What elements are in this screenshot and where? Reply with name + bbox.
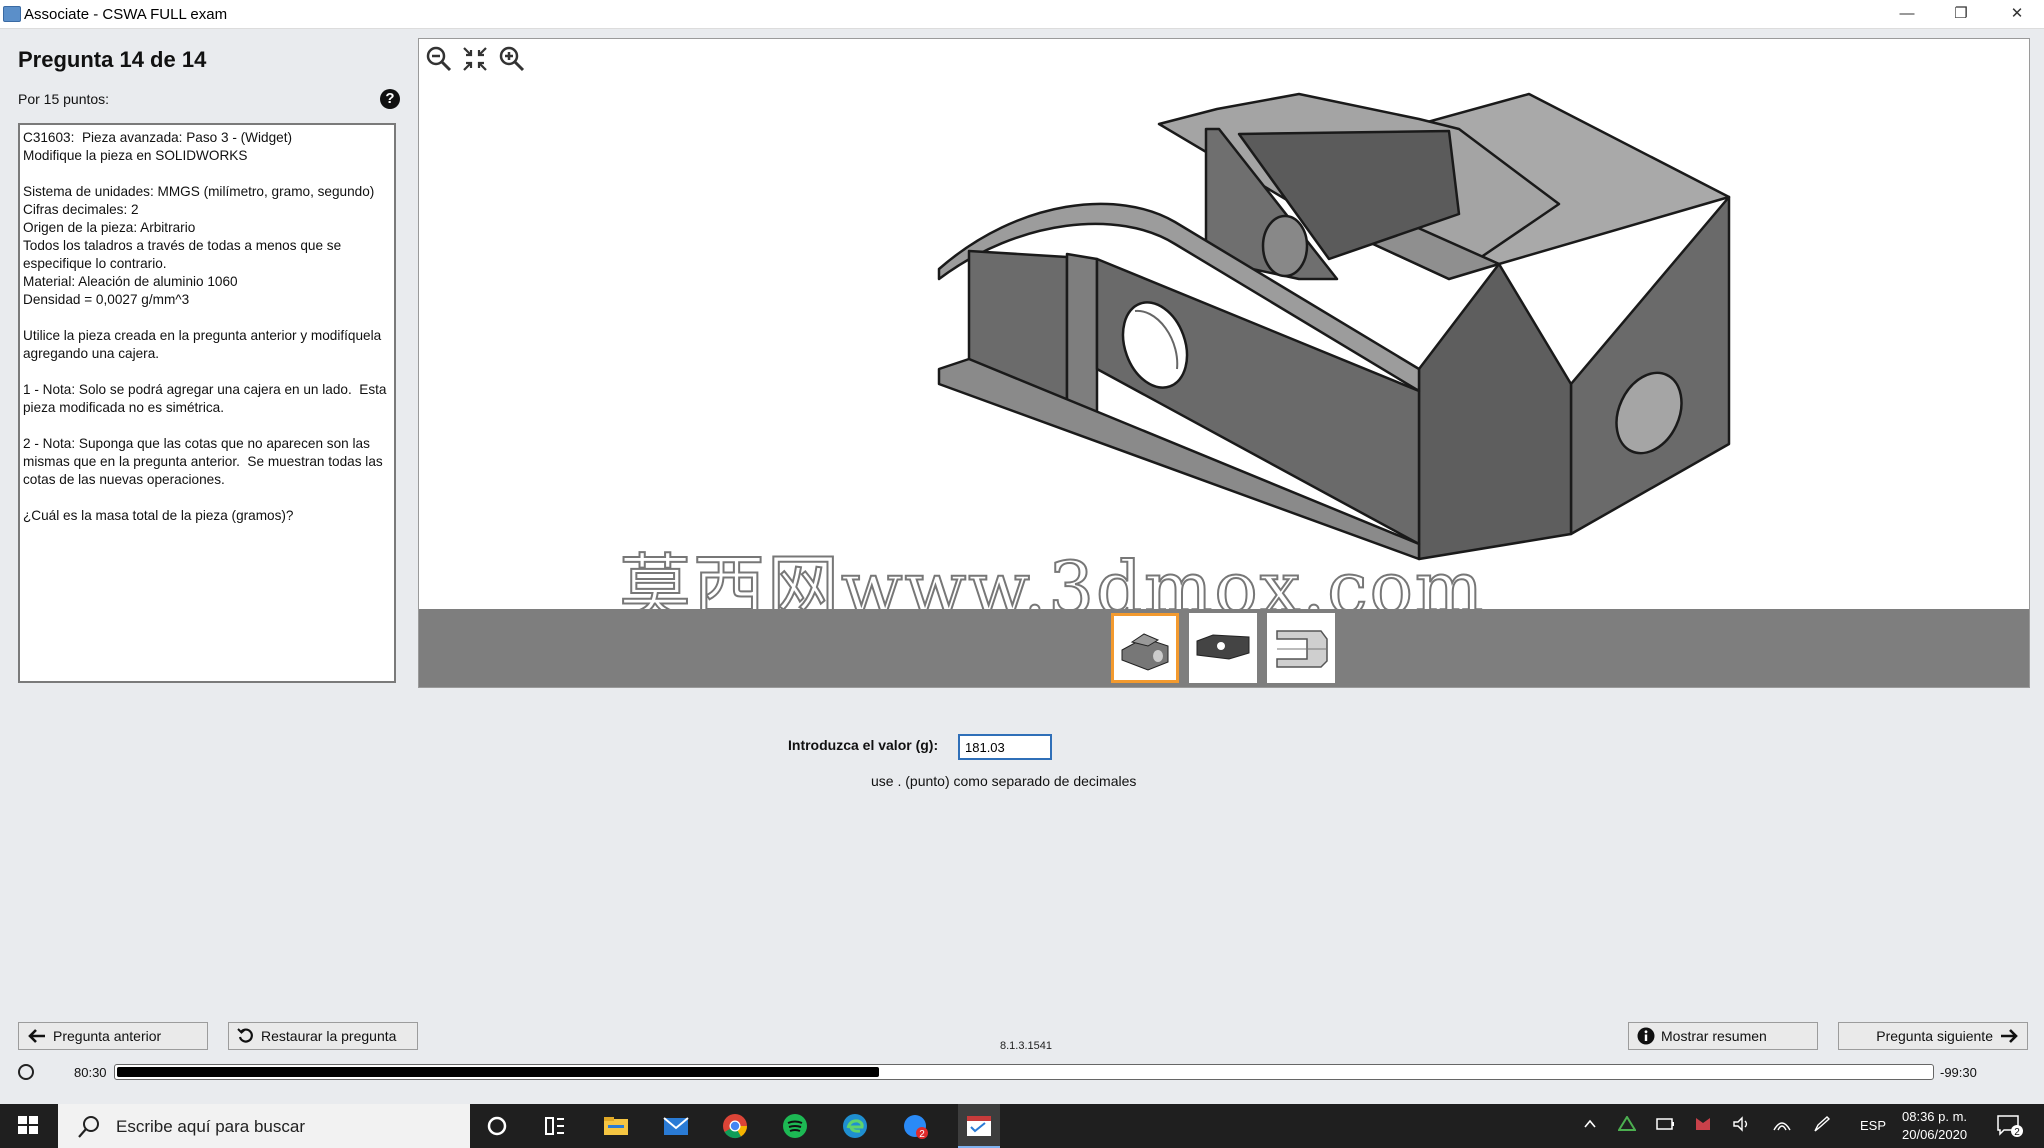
version-label: 8.1.3.1541 — [1000, 1040, 1052, 1052]
chrome-icon[interactable] — [722, 1113, 750, 1139]
search-icon — [78, 1116, 99, 1138]
image-viewer[interactable]: 莫西网www.3dmox.com — [418, 38, 2030, 688]
question-panel: Pregunta 14 de 14 Por 15 puntos: ? C3160… — [0, 29, 410, 689]
question-header: Pregunta 14 de 14 — [18, 47, 207, 72]
decimal-hint: use . (punto) como separado de decimales — [871, 773, 1137, 789]
title-bar: Associate - CSWA FULL exam — ❐ ✕ — [0, 0, 2044, 29]
taskbar-search-placeholder: Escribe aquí para buscar — [116, 1117, 305, 1136]
next-question-button[interactable]: Pregunta siguiente — [1838, 1022, 2028, 1050]
question-text[interactable]: C31603: Pieza avanzada: Paso 3 - (Widget… — [18, 123, 396, 683]
reset-question-button[interactable]: Restaurar la pregunta — [228, 1022, 418, 1050]
cortana-icon[interactable] — [484, 1113, 512, 1139]
timer-row: 80:30 -99:30 — [0, 1062, 2044, 1084]
time-elapsed: 80:30 — [74, 1065, 107, 1080]
window-title: Associate - CSWA FULL exam — [24, 6, 228, 23]
answer-label: Introduzca el valor (g): — [788, 737, 939, 753]
messenger-badge: 2 — [919, 1129, 925, 1140]
volume-icon[interactable] — [1732, 1116, 1752, 1135]
thumbnail-strip — [419, 609, 2029, 687]
reset-icon — [237, 1028, 253, 1043]
arrow-left-icon — [28, 1029, 45, 1043]
chevron-up-icon[interactable] — [1582, 1116, 1598, 1135]
thumbnail-2[interactable] — [1189, 613, 1257, 683]
previous-question-button[interactable]: Pregunta anterior — [18, 1022, 208, 1050]
clock-date[interactable]: 20/06/2020 — [1902, 1127, 1967, 1142]
answer-input[interactable] — [958, 734, 1052, 760]
part-render — [937, 92, 1731, 561]
notification-icon[interactable]: 2 — [1996, 1114, 2024, 1141]
drive-icon[interactable] — [1617, 1115, 1637, 1135]
info-icon — [1637, 1027, 1655, 1045]
taskbar: Escribe aquí para buscar 2 ESP 08:36 p. … — [0, 1104, 2044, 1148]
previous-question-label: Pregunta anterior — [53, 1028, 162, 1044]
wifi-icon[interactable] — [1772, 1116, 1792, 1135]
edge-icon[interactable] — [842, 1113, 870, 1139]
time-progress-bar — [114, 1064, 1934, 1080]
arrow-right-icon — [2001, 1029, 2018, 1043]
question-points: Por 15 puntos: — [18, 91, 110, 107]
mail-icon[interactable] — [662, 1113, 690, 1139]
time-progress-fill — [117, 1067, 879, 1077]
taskbar-search[interactable]: Escribe aquí para buscar — [58, 1104, 470, 1148]
thumbnail-1[interactable] — [1111, 613, 1179, 683]
show-summary-label: Mostrar resumen — [1661, 1028, 1767, 1044]
clock-icon — [18, 1064, 34, 1080]
app-icon — [3, 6, 21, 22]
help-icon[interactable]: ? — [380, 89, 400, 109]
close-button[interactable]: ✕ — [1994, 0, 2040, 28]
minimize-button[interactable]: — — [1884, 0, 1930, 28]
clock-time[interactable]: 08:36 p. m. — [1902, 1109, 1967, 1124]
restore-button[interactable]: ❐ — [1938, 0, 1984, 28]
show-summary-button[interactable]: Mostrar resumen — [1628, 1022, 1818, 1050]
file-explorer-icon[interactable] — [602, 1113, 630, 1139]
language-indicator[interactable]: ESP — [1860, 1118, 1886, 1133]
task-view-icon[interactable] — [542, 1113, 570, 1139]
notification-badge: 2 — [2014, 1127, 2020, 1138]
antivirus-icon[interactable] — [1694, 1115, 1712, 1136]
battery-icon[interactable] — [1656, 1116, 1676, 1135]
pen-icon[interactable] — [1812, 1115, 1832, 1136]
reset-question-label: Restaurar la pregunta — [261, 1028, 397, 1044]
time-remaining: -99:30 — [1940, 1065, 1977, 1080]
windows-start-icon[interactable] — [16, 1113, 44, 1139]
spotify-icon[interactable] — [782, 1113, 810, 1139]
messenger-icon[interactable]: 2 — [902, 1113, 930, 1140]
exam-app-taskbar-icon[interactable] — [958, 1104, 1000, 1148]
thumbnail-3[interactable] — [1267, 613, 1335, 683]
next-question-label: Pregunta siguiente — [1876, 1028, 1993, 1044]
